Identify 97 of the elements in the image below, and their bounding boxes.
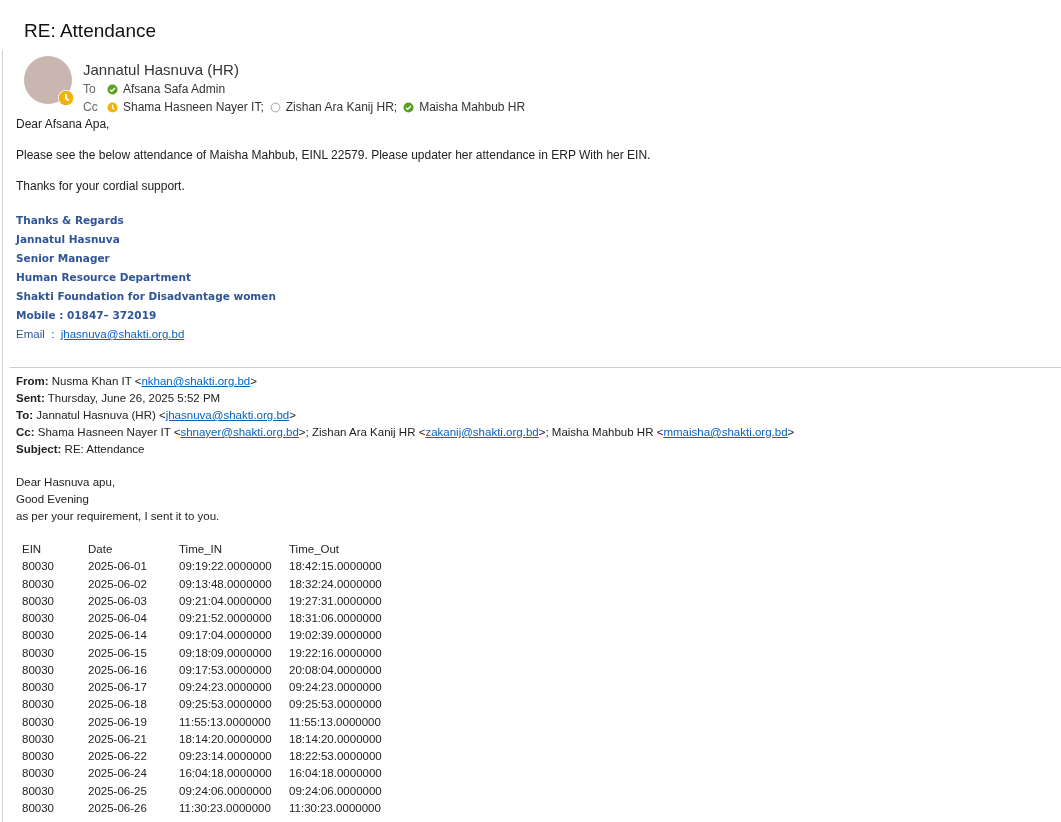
signature-text: Shakti Foundation for Disadvantage women <box>16 289 276 304</box>
table-cell: 18:14:20.0000000 <box>289 732 382 745</box>
avatar-placeholder <box>24 56 72 104</box>
table-cell: 09:25:53.0000000 <box>179 698 272 711</box>
table-cell: 2025-06-25 <box>88 784 147 797</box>
table-cell: 2025-06-21 <box>88 732 147 745</box>
table-cell: 2025-06-26 <box>88 801 147 814</box>
table-cell: 2025-06-04 <box>88 612 147 624</box>
table-cell: 2025-06-19 <box>88 715 147 728</box>
table-cell: 16:04:18.0000000 <box>179 767 272 780</box>
table-cell: 11:30:23.0000000 <box>289 801 381 814</box>
table-cell: 2025-06-01 <box>88 560 147 573</box>
table-cell: 18:22:53.0000000 <box>289 750 382 762</box>
signature-text: Thanks & Regards <box>16 213 124 228</box>
table-cell: 09:21:04.0000000 <box>179 594 272 607</box>
body-text: Dear Hasnuva apu, <box>16 475 116 490</box>
header-line: Cc: Shama Hasneen Nayer IT <shnayer@shakti.org.bd>; Zishan Ara Kanij HR <zakanij@shakti.org.bd>; Maisha Mahbub HR <mmaisha@shakti.org.bd> <box>16 425 795 440</box>
recipient-name[interactable]: Shama Hasneen Nayer IT; <box>123 98 264 116</box>
signature-text: Email : jhasnuva@shakti.org.bd <box>16 327 185 342</box>
recipient-name[interactable]: Maisha Mahbub HR <box>419 98 526 116</box>
table-cell: 80030 <box>22 663 54 676</box>
body-text: Dear Afsana Apa, <box>16 117 110 131</box>
table-cell: 80030 <box>22 801 54 814</box>
table-cell: 80030 <box>22 750 54 762</box>
table-cell: 2025-06-22 <box>88 750 147 762</box>
table-cell: 09:24:23.0000000 <box>289 681 382 693</box>
table-cell: 80030 <box>22 577 54 590</box>
table-cell: 20:08:04.0000000 <box>289 663 382 676</box>
table-cell: 2025-06-03 <box>88 594 147 607</box>
header-line: Sent: Thursday, June 26, 2025 5:52 PM <box>16 391 221 406</box>
table-cell: 09:17:04.0000000 <box>179 629 272 642</box>
table-cell: 2025-06-14 <box>88 629 147 642</box>
column-header: Time_IN <box>179 543 223 555</box>
table-cell: 09:25:53.0000000 <box>289 698 382 711</box>
table-cell: 18:31:06.0000000 <box>289 612 382 624</box>
table-cell: 80030 <box>22 715 54 728</box>
table-cell: 18:14:20.0000000 <box>179 732 272 745</box>
header-line: To: Jannatul Hasnuva (HR) <jhasnuva@shakti.org.bd> <box>16 408 296 423</box>
email-link[interactable]: mmaisha@shakti.org.bd <box>663 426 788 438</box>
column-header: Time_Out <box>289 543 340 555</box>
signature-text: Mobile : 01847– 372019 <box>16 308 157 323</box>
table-cell: 80030 <box>22 767 54 780</box>
table-cell: 18:32:24.0000000 <box>289 577 382 590</box>
email-link[interactable]: jhasnuva@shakti.org.bd <box>60 328 185 340</box>
table-cell: 09:13:48.0000000 <box>179 577 272 590</box>
signature-text: Senior Manager <box>16 251 110 266</box>
table-cell: 09:24:23.0000000 <box>179 681 272 693</box>
table-cell: 80030 <box>22 732 54 745</box>
table-cell: 19:27:31.0000000 <box>289 594 382 607</box>
email-link[interactable]: nkhan@shakti.org.bd <box>141 375 251 387</box>
sender-name: Jannatul Hasnuva (HR) <box>83 61 240 79</box>
table-cell: 11:30:23.0000000 <box>179 801 271 814</box>
table-cell: 80030 <box>22 646 54 659</box>
body-text: as per your requirement, I sent it to you. <box>16 509 220 524</box>
table-cell: 80030 <box>22 594 54 607</box>
table-cell: 09:18:09.0000000 <box>179 646 272 659</box>
table-cell: 80030 <box>22 629 54 642</box>
table-cell: 11:55:13.0000000 <box>289 715 381 728</box>
email-link[interactable]: shnayer@shakti.org.bd <box>180 426 299 438</box>
table-cell: 2025-06-15 <box>88 646 147 659</box>
column-header: Date <box>88 543 113 555</box>
header-line: Subject: RE: Attendance <box>16 442 145 457</box>
recipient-label: To <box>83 81 97 98</box>
table-cell: 11:55:13.0000000 <box>179 715 271 728</box>
signature-text: Jannatul Hasnuva <box>16 232 120 247</box>
recipient-name[interactable]: Zishan Ara Kanij HR; <box>285 98 398 116</box>
body-text: Thanks for your cordial support. <box>16 179 185 193</box>
table-cell: 09:24:06.0000000 <box>289 784 382 797</box>
table-cell: 18:42:15.0000000 <box>289 560 382 573</box>
table-cell: 19:02:39.0000000 <box>289 629 382 642</box>
body-text: Please see the below attendance of Maisha Mahbub, EINL 22579. Please updater her attendance in ERP With her EIN. <box>16 148 651 162</box>
table-cell: 09:21:52.0000000 <box>179 612 272 624</box>
table-cell: 09:17:53.0000000 <box>179 663 272 676</box>
table-cell: 09:19:22.0000000 <box>179 560 272 573</box>
body-text: Good Evening <box>16 492 89 507</box>
recipient-label: Cc <box>83 99 99 116</box>
table-cell: 80030 <box>22 612 54 624</box>
table-cell: 80030 <box>22 698 54 711</box>
email-link[interactable]: jhasnuva@shakti.org.bd <box>165 409 290 421</box>
recipient-name[interactable]: Afsana Safa Admin <box>123 80 226 98</box>
table-cell: 80030 <box>22 784 54 797</box>
table-cell: 16:04:18.0000000 <box>289 767 382 780</box>
table-cell: 09:23:14.0000000 <box>179 750 272 762</box>
table-cell: 80030 <box>22 681 54 693</box>
table-cell: 2025-06-18 <box>88 698 147 711</box>
table-cell: 80030 <box>22 560 54 573</box>
signature-text: Human Resource Department <box>16 270 191 285</box>
email-link[interactable]: zakanij@shakti.org.bd <box>425 426 539 438</box>
table-cell: 19:22:16.0000000 <box>289 646 382 659</box>
table-cell: 2025-06-17 <box>88 681 147 693</box>
table-cell: 2025-06-02 <box>88 577 147 590</box>
email-subject: RE: Attendance <box>24 19 157 43</box>
table-cell: 2025-06-24 <box>88 767 147 780</box>
column-header: EIN <box>22 543 42 555</box>
table-cell: 09:24:06.0000000 <box>179 784 272 797</box>
table-cell: 2025-06-16 <box>88 663 147 676</box>
header-line: From: Nusma Khan IT <nkhan@shakti.org.bd> <box>16 374 257 389</box>
